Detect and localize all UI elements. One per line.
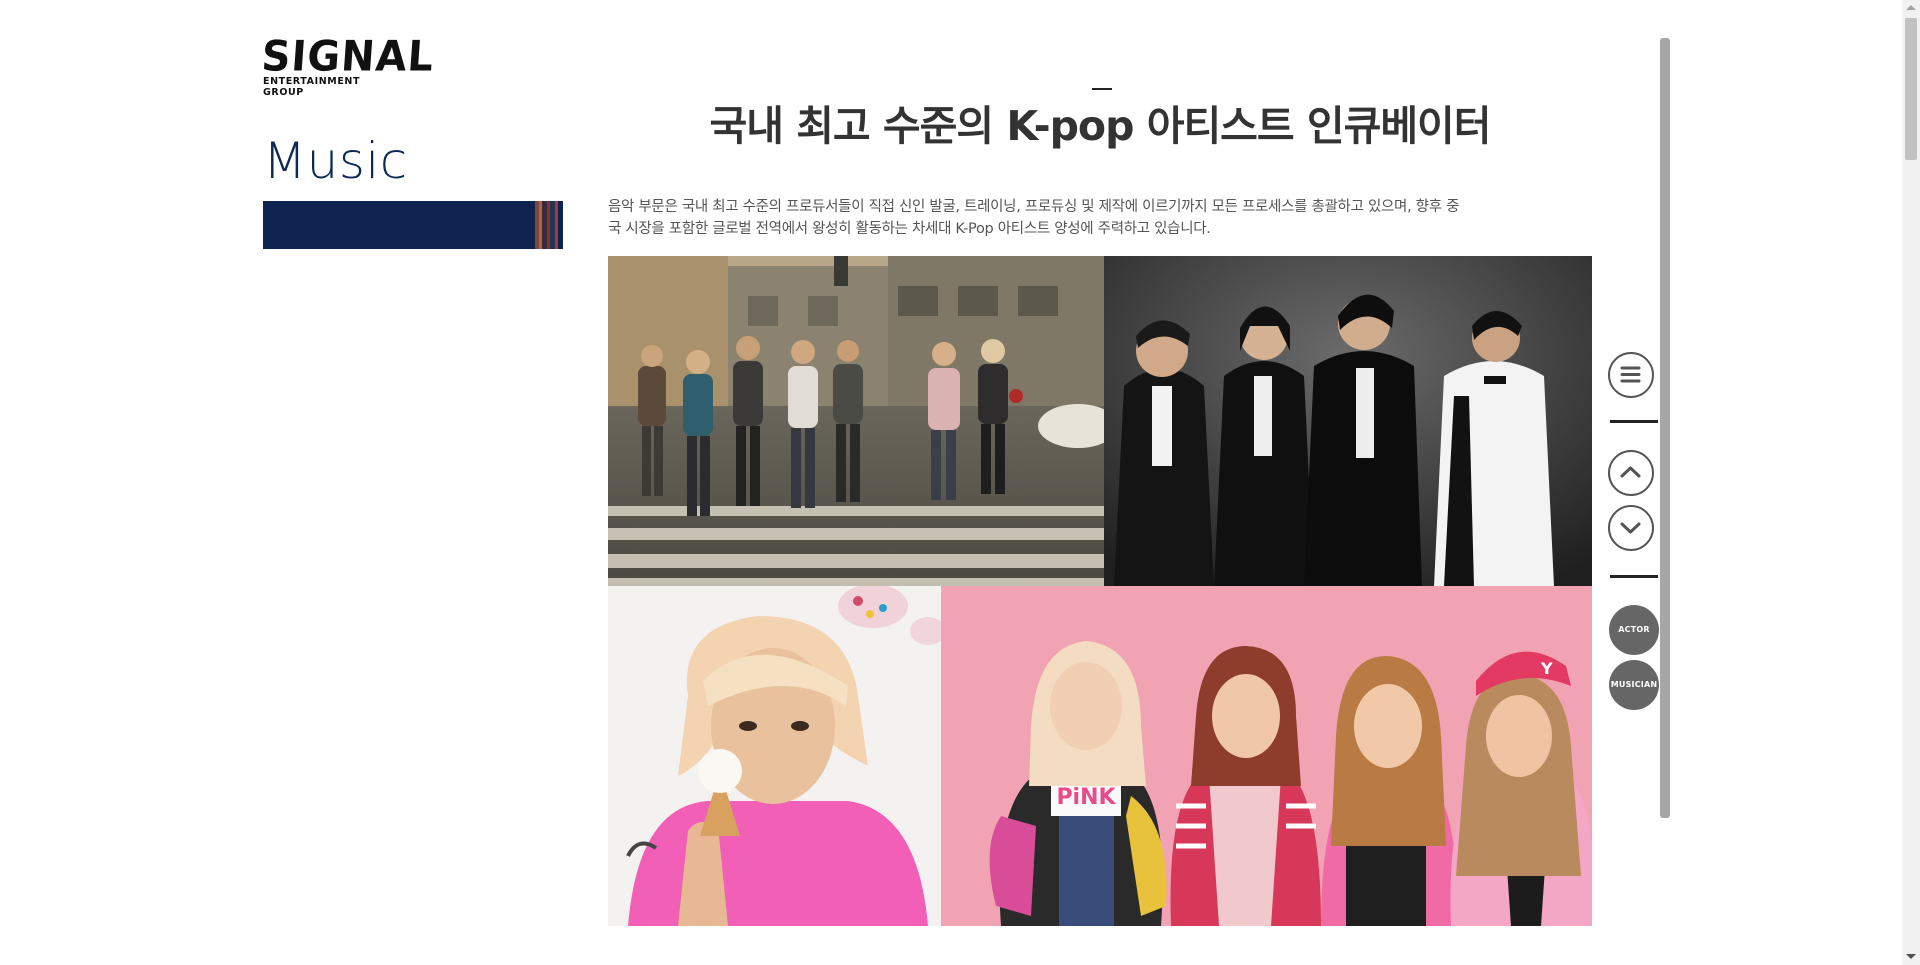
- page: SIGNAL ENTERTAINMENT GROUP Music 국내 최고 수…: [0, 0, 1920, 965]
- headline-accent-mark: [1092, 88, 1112, 90]
- scroll-up-button[interactable]: [1608, 450, 1654, 496]
- chevron-down-icon: [1620, 522, 1641, 534]
- menu-button[interactable]: [1608, 352, 1654, 398]
- description-line-2: 국 시장을 포함한 글로벌 전역에서 왕성히 활동하는 차세대 K-Pop 아티…: [608, 221, 1211, 237]
- scrollbar-down-arrow-icon[interactable]: [1906, 954, 1916, 959]
- boy-group-crosswalk-photo: [608, 256, 1104, 586]
- description-line-1: 음악 부문은 국내 최고 수준의 프로듀서들이 직접 신인 발굴, 트레이닝, …: [608, 199, 1460, 215]
- girl-group-hat-text: Y: [1540, 659, 1553, 678]
- logo-wordmark: SIGNAL: [259, 32, 436, 82]
- boy-group-suits-photo: [1104, 256, 1592, 586]
- page-scrollbar-thumb[interactable]: [1905, 18, 1917, 160]
- hamburger-icon: [1620, 366, 1641, 383]
- page-headline: 국내 최고 수준의 K-pop 아티스트 인큐베이터: [709, 102, 1492, 150]
- section-title: Music: [263, 132, 408, 190]
- description: 음악 부문은 국내 최고 수준의 프로듀서들이 직접 신인 발굴, 트레이닝, …: [608, 196, 1592, 240]
- girl-group-pink-photo: PiNK Y: [941, 586, 1592, 926]
- girl-group-shirt-text: PiNK: [1056, 785, 1116, 810]
- solo-artist-icecream-photo: [608, 586, 941, 926]
- scroll-down-button[interactable]: [1608, 505, 1654, 551]
- section-banner-bar: [263, 201, 563, 249]
- nav-divider-top: [1610, 420, 1658, 423]
- content-scrollbar[interactable]: [1660, 38, 1670, 818]
- musician-button[interactable]: MUSICIAN: [1609, 660, 1659, 710]
- chevron-up-icon: [1620, 466, 1641, 478]
- signal-logo[interactable]: SIGNAL ENTERTAINMENT GROUP: [259, 32, 436, 98]
- scrollbar-up-arrow-icon[interactable]: [1906, 5, 1916, 10]
- nav-divider-bottom: [1610, 575, 1658, 578]
- actor-button[interactable]: ACTOR: [1609, 605, 1659, 655]
